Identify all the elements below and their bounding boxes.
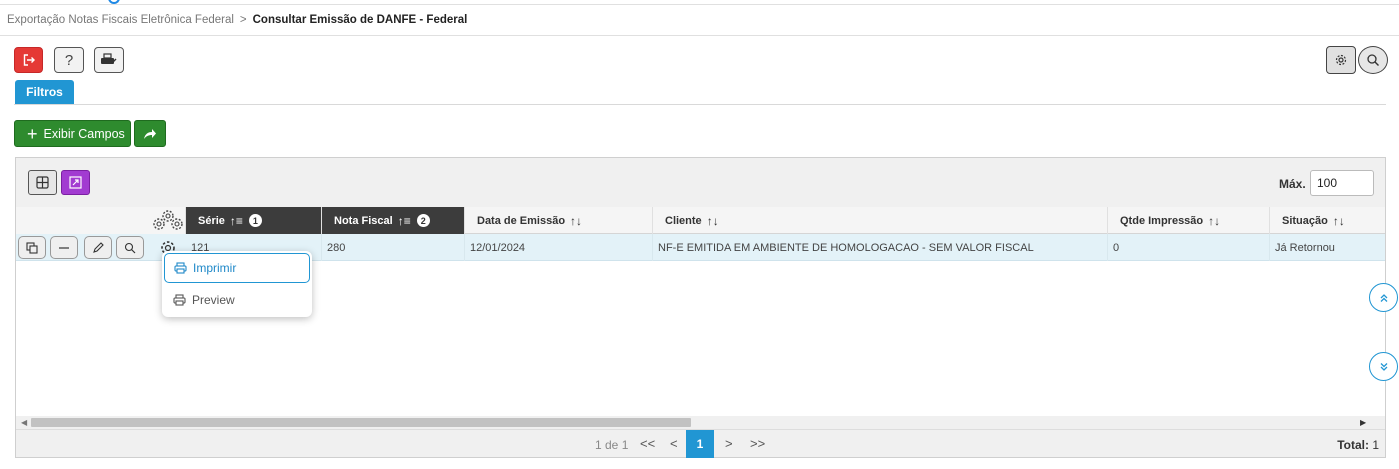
sort-icon: ↑↓ [706, 213, 719, 228]
column-header-serie[interactable]: Série ↑≡ 1 [186, 207, 322, 234]
column-label: Situação [1282, 214, 1328, 227]
menu-item-label: Imprimir [193, 261, 237, 275]
printer-icon [173, 294, 186, 306]
cell-cliente: NF-E EMITIDA EM AMBIENTE DE HOMOLOGACAO … [653, 234, 1108, 261]
menu-item-imprimir[interactable]: Imprimir [164, 253, 310, 283]
total-count: Total: 1 [1337, 438, 1379, 452]
breadcrumb-current: Consultar Emissão de DANFE - Federal [252, 14, 468, 26]
gears-icon[interactable] [151, 208, 185, 232]
grid-layout-button[interactable] [28, 170, 57, 195]
column-header-nota-fiscal[interactable]: Nota Fiscal ↑≡ 2 [322, 207, 465, 234]
menu-item-label: Preview [192, 293, 235, 307]
breadcrumb-separator: > [239, 14, 247, 26]
sort-icon: ↑↓ [1332, 213, 1345, 228]
breadcrumb-parent[interactable]: Exportação Notas Fiscais Eletrônica Fede… [7, 14, 234, 26]
sort-order-badge: 1 [248, 214, 262, 227]
scroll-right-icon[interactable]: ▶ [1360, 416, 1366, 429]
table-header: Série ↑≡ 1 Nota Fiscal ↑≡ 2 Data de Emis… [16, 207, 1385, 234]
sort-icon: ↑↓ [570, 213, 583, 228]
gear-icon [1335, 54, 1347, 66]
row-context-menu: Imprimir Preview [162, 251, 312, 317]
printer-icon [174, 262, 187, 274]
pagination: 1 de 1 << < 1 > >> Total: 1 [16, 429, 1385, 458]
prev-page-button[interactable]: < [670, 436, 678, 451]
column-label: Qtde Impressão [1120, 214, 1204, 227]
search-button[interactable] [1358, 46, 1388, 74]
total-value: 1 [1372, 438, 1379, 452]
total-label: Total: [1337, 438, 1369, 452]
actions-header [16, 207, 186, 234]
column-header-situacao[interactable]: Situação ↑↓ [1270, 207, 1385, 234]
last-page-button[interactable]: >> [750, 436, 765, 451]
column-label: Cliente [665, 214, 702, 227]
column-label: Nota Fiscal [334, 214, 393, 227]
first-page-button[interactable]: << [640, 436, 655, 451]
exit-button[interactable] [14, 47, 43, 73]
expand-icon [69, 176, 82, 189]
sort-asc-icon: ↑≡ [397, 213, 411, 228]
cell-nota-fiscal: 280 [322, 234, 465, 261]
view-button[interactable] [116, 236, 144, 259]
double-chevron-up-icon [1380, 293, 1387, 302]
help-label: ? [64, 51, 74, 69]
page-info: 1 de 1 [595, 438, 629, 452]
scrollbar-thumb[interactable] [31, 418, 691, 427]
tab-filtros[interactable]: Filtros [15, 80, 74, 104]
help-button[interactable]: ? [54, 47, 84, 73]
breadcrumb: Exportação Notas Fiscais Eletrônica Fede… [0, 4, 1399, 36]
edit-button[interactable] [84, 236, 112, 259]
scroll-left-icon[interactable]: ◀ [21, 416, 27, 429]
menu-item-preview[interactable]: Preview [164, 285, 310, 315]
double-chevron-down-icon [1380, 362, 1387, 371]
search-icon [1367, 54, 1379, 66]
sort-asc-icon: ↑≡ [229, 213, 243, 228]
copy-icon [26, 241, 38, 254]
printer-icon [101, 53, 117, 64]
exibir-campos-button[interactable]: + Exibir Campos [14, 120, 131, 147]
share-arrow-icon [144, 128, 156, 139]
column-label: Série [198, 214, 225, 227]
print-button[interactable] [94, 47, 124, 73]
sort-order-badge: 2 [416, 214, 430, 227]
scroll-up-button[interactable] [1369, 283, 1398, 312]
current-page-button[interactable]: 1 [686, 430, 714, 458]
share-button[interactable] [134, 120, 166, 147]
column-header-qtde-impressao[interactable]: Qtde Impressão ↑↓ [1108, 207, 1270, 234]
scroll-down-button[interactable] [1369, 352, 1398, 381]
expand-button[interactable] [61, 170, 90, 195]
exit-icon [23, 54, 35, 66]
sort-icon: ↑↓ [1208, 213, 1221, 228]
exibir-campos-label: Exibir Campos [43, 126, 125, 141]
plus-icon: + [27, 123, 38, 144]
tab-divider [14, 104, 1386, 105]
grid-toolbar: Máx. [16, 158, 1385, 207]
max-label: Máx. [1279, 177, 1306, 191]
copy-button[interactable] [18, 236, 46, 259]
cell-qtde-impressao: 0 [1108, 234, 1270, 261]
settings-button[interactable] [1326, 46, 1356, 74]
column-header-data-emissao[interactable]: Data de Emissão ↑↓ [465, 207, 653, 234]
next-page-button[interactable]: > [725, 436, 733, 451]
max-input[interactable] [1310, 170, 1374, 196]
remove-button[interactable] [50, 236, 78, 259]
column-label: Data de Emissão [477, 214, 566, 227]
minus-icon [59, 246, 69, 249]
pencil-icon [93, 241, 104, 253]
search-icon [124, 242, 136, 253]
column-header-cliente[interactable]: Cliente ↑↓ [653, 207, 1108, 234]
grid-icon [36, 176, 49, 189]
horizontal-scrollbar[interactable]: ◀ ▶ [16, 416, 1385, 429]
cell-situacao: Já Retornou [1275, 241, 1335, 254]
cell-data-emissao: 12/01/2024 [465, 234, 653, 261]
